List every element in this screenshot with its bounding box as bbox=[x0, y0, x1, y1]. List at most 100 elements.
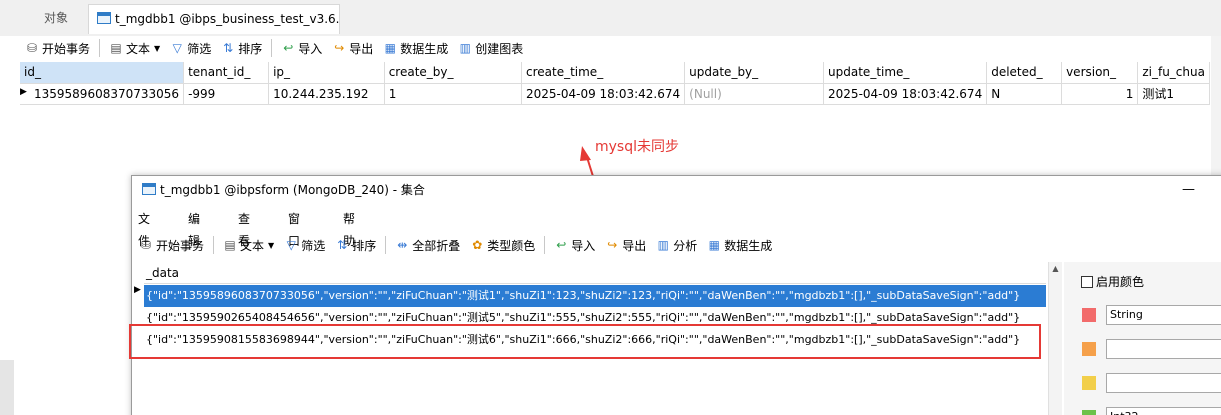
window-title: t_mgdbb1 @ibpsform (MongoDB_240) - 集合 bbox=[160, 183, 425, 197]
left-edge-panel bbox=[0, 360, 14, 415]
table-row[interactable]: {"id":"1359589608370733056","version":""… bbox=[144, 285, 1046, 307]
palette-icon: ✿ bbox=[472, 238, 483, 252]
vertical-scrollbar[interactable]: ▲ bbox=[1048, 262, 1062, 415]
begin-transaction-button[interactable]: ⛁ 开始事务 bbox=[134, 234, 209, 256]
table-cell[interactable]: (Null) bbox=[684, 83, 825, 105]
mongodb-collection-window: t_mgdbb1 @ibpsform (MongoDB_240) - 集合 — … bbox=[131, 175, 1221, 415]
column-header[interactable]: zi_fu_chua bbox=[1137, 62, 1210, 84]
tab-active-label: t_mgdbb1 @ibps_business_test_v3.6.... bbox=[115, 12, 340, 26]
enable-color-checkbox[interactable]: 启用颜色 bbox=[1081, 273, 1144, 290]
table-row[interactable]: 1359589608370733056 -999 10.244.235.192 … bbox=[20, 83, 1210, 105]
column-header[interactable]: deleted_ bbox=[986, 62, 1063, 84]
filter-icon: ▽ bbox=[286, 238, 296, 252]
caret-down-icon: ▼ bbox=[154, 43, 161, 53]
tab-active-table[interactable]: t_mgdbb1 @ibps_business_test_v3.6.... bbox=[88, 4, 340, 34]
caret-down-icon: ▼ bbox=[268, 240, 275, 250]
export-button[interactable]: ↪ 导出 bbox=[600, 234, 651, 256]
toolbar-separator bbox=[213, 236, 215, 254]
collapse-icon: ⇹ bbox=[397, 238, 408, 252]
data-generation-icon: ▦ bbox=[384, 41, 396, 55]
table-cell[interactable]: 10.244.235.192 bbox=[268, 83, 385, 105]
table-cell[interactable]: 2025-04-09 18:03:42.674 bbox=[521, 83, 686, 105]
create-chart-button[interactable]: ▥ 创建图表 bbox=[453, 37, 528, 59]
toolbar-separator bbox=[385, 236, 387, 254]
table-icon bbox=[97, 12, 111, 24]
current-row-marker-icon: ▶ bbox=[134, 285, 141, 295]
int32-color-swatch[interactable] bbox=[1082, 410, 1096, 415]
current-row-marker-icon: ▶ bbox=[20, 87, 27, 97]
window-titlebar[interactable]: t_mgdbb1 @ibpsform (MongoDB_240) - 集合 bbox=[132, 176, 1221, 204]
table-cell[interactable]: 1 bbox=[1061, 83, 1139, 105]
string-color-swatch[interactable] bbox=[1082, 308, 1096, 322]
data-generation-button[interactable]: ▦ 数据生成 bbox=[378, 37, 453, 59]
chart-icon: ▥ bbox=[657, 238, 669, 252]
table-cell[interactable]: 2025-04-09 18:03:42.674 bbox=[823, 83, 988, 105]
main-toolbar: ⛁ 开始事务 ▤ 文本 ▼ ▽ 筛选 ⇅ 排序 ↩ 导入 ↪ 导出 ▦ 数据生成 ▥ 创建图表 bbox=[20, 37, 528, 59]
type-field[interactable]: Int32 bbox=[1106, 407, 1221, 415]
minimize-button[interactable]: — bbox=[1182, 176, 1195, 204]
table-cell[interactable]: 测试1 bbox=[1137, 83, 1210, 105]
column-header[interactable]: update_time_ bbox=[823, 62, 988, 84]
toolbar-separator bbox=[544, 236, 546, 254]
enable-color-label: 启用颜色 bbox=[1096, 275, 1145, 289]
export-icon: ↪ bbox=[607, 238, 618, 252]
document-icon: ▤ bbox=[224, 238, 236, 252]
checkbox-icon bbox=[1081, 276, 1093, 288]
type-color-button[interactable]: ✿ 类型颜色 bbox=[465, 234, 540, 256]
column-header[interactable]: create_by_ bbox=[384, 62, 522, 84]
sort-icon: ⇅ bbox=[223, 41, 234, 55]
column-header[interactable]: update_by_ bbox=[684, 62, 825, 84]
type-color-panel: 启用颜色 String Int32 bbox=[1064, 262, 1221, 415]
result-grid: id_ tenant_id_ ip_ create_by_ create_tim… bbox=[20, 62, 1210, 105]
column-header[interactable]: id_ bbox=[20, 62, 185, 84]
type-field[interactable] bbox=[1106, 339, 1221, 359]
table-cell[interactable]: -999 bbox=[183, 83, 270, 105]
toolbar-separator bbox=[99, 39, 101, 57]
transaction-icon: ⛁ bbox=[140, 238, 152, 252]
import-icon: ↩ bbox=[283, 41, 294, 55]
table-cell[interactable]: 1 bbox=[384, 83, 522, 105]
data-generation-button[interactable]: ▦ 数据生成 bbox=[702, 234, 777, 256]
import-button[interactable]: ↩ 导入 bbox=[549, 234, 600, 256]
table-icon bbox=[142, 183, 156, 195]
text-button[interactable]: ▤ 文本 ▼ bbox=[218, 234, 279, 256]
grid-header-row: id_ tenant_id_ ip_ create_by_ create_tim… bbox=[20, 62, 1210, 84]
text-button[interactable]: ▤ 文本 ▼ bbox=[104, 37, 165, 59]
annotation-label: mysql未同步 bbox=[595, 139, 679, 155]
export-icon: ↪ bbox=[334, 41, 345, 55]
color-swatch[interactable] bbox=[1082, 376, 1096, 390]
type-field[interactable]: String bbox=[1106, 305, 1221, 325]
color-swatch[interactable] bbox=[1082, 342, 1096, 356]
column-header[interactable]: tenant_id_ bbox=[183, 62, 270, 84]
table-cell[interactable]: N bbox=[986, 83, 1063, 105]
column-header[interactable]: _data bbox=[144, 262, 1046, 284]
scroll-up-icon[interactable]: ▲ bbox=[1049, 262, 1062, 276]
column-header[interactable]: create_time_ bbox=[521, 62, 686, 84]
chart-icon: ▥ bbox=[459, 41, 471, 55]
data-generation-icon: ▦ bbox=[708, 238, 720, 252]
filter-button[interactable]: ▽ 筛选 bbox=[165, 37, 216, 59]
begin-transaction-button[interactable]: ⛁ 开始事务 bbox=[20, 37, 95, 59]
app-root: 对象 t_mgdbb1 @ibps_business_test_v3.6....… bbox=[0, 0, 1221, 415]
collapse-all-button[interactable]: ⇹ 全部折叠 bbox=[390, 234, 465, 256]
export-button[interactable]: ↪ 导出 bbox=[327, 37, 378, 59]
type-field[interactable] bbox=[1106, 373, 1221, 393]
filter-icon: ▽ bbox=[172, 41, 182, 55]
column-header[interactable]: version_ bbox=[1061, 62, 1139, 84]
column-header[interactable]: ip_ bbox=[268, 62, 385, 84]
transaction-icon: ⛁ bbox=[26, 41, 38, 55]
highlight-box bbox=[129, 324, 1041, 359]
sort-button[interactable]: ⇅ 排序 bbox=[216, 37, 267, 59]
tab-objects[interactable]: 对象 bbox=[28, 4, 84, 32]
sort-button[interactable]: ⇅ 排序 bbox=[330, 234, 381, 256]
collection-toolbar: ⛁ 开始事务 ▤ 文本 ▼ ▽ 筛选 ⇅ 排序 ⇹ 全部折叠 ✿ 类型颜色 ↩ 导入 ↪ 导出 ▥… bbox=[134, 234, 777, 256]
sort-icon: ⇅ bbox=[337, 238, 348, 252]
arrow-head bbox=[580, 146, 591, 161]
filter-button[interactable]: ▽ 筛选 bbox=[279, 234, 330, 256]
analyze-button[interactable]: ▥ 分析 bbox=[651, 234, 702, 256]
table-cell[interactable]: 1359589608370733056 bbox=[20, 83, 185, 105]
document-icon: ▤ bbox=[110, 41, 122, 55]
import-button[interactable]: ↩ 导入 bbox=[276, 37, 327, 59]
import-icon: ↩ bbox=[556, 238, 567, 252]
toolbar-separator bbox=[271, 39, 273, 57]
